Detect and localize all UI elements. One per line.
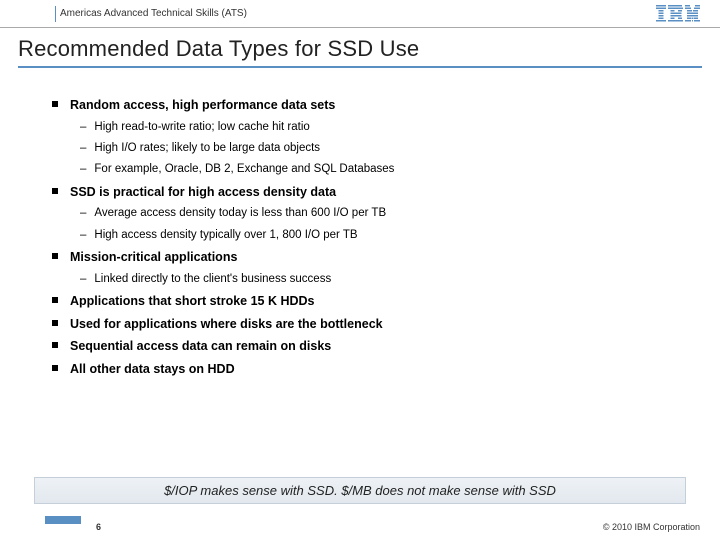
sub-bullet-text: Linked directly to the client's business… [94, 271, 331, 288]
square-bullet-icon [52, 188, 58, 194]
callout-box: $/IOP makes sense with SSD. $/MB does no… [34, 477, 686, 504]
callout-text: $/IOP makes sense with SSD. $/MB does no… [164, 483, 556, 498]
bullet-row: Used for applications where disks are th… [52, 315, 690, 334]
sub-bullet: –High access density typically over 1, 8… [80, 227, 690, 244]
square-bullet-icon [52, 365, 58, 371]
sub-bullet: –High read-to-write ratio; low cache hit… [80, 119, 690, 136]
sub-bullet: –Linked directly to the client's busines… [80, 271, 690, 288]
header-org: Americas Advanced Technical Skills (ATS) [60, 8, 247, 19]
square-bullet-icon [52, 297, 58, 303]
bullet-row: Mission-critical applications [52, 248, 690, 267]
bullet-text: Applications that short stroke 15 K HDDs [70, 292, 315, 311]
dash-icon: – [80, 119, 86, 136]
bullet-row: All other data stays on HDD [52, 360, 690, 379]
sub-bullet: –Average access density today is less th… [80, 205, 690, 222]
bullet-group: Mission-critical applications –Linked dir… [52, 248, 690, 288]
bullet-row: SSD is practical for high access density… [52, 183, 690, 202]
square-bullet-icon [52, 342, 58, 348]
bullet-text: SSD is practical for high access density… [70, 183, 336, 202]
dash-icon: – [80, 161, 86, 178]
bullet-text: Mission-critical applications [70, 248, 237, 267]
square-bullet-icon [52, 253, 58, 259]
bullet-group: All other data stays on HDD [52, 360, 690, 379]
sub-bullet: –High I/O rates; likely to be large data… [80, 140, 690, 157]
title-underline [18, 66, 702, 68]
bullet-group: Sequential access data can remain on dis… [52, 337, 690, 356]
bullet-group: Random access, high performance data set… [52, 96, 690, 179]
sub-bullet-text: High access density typically over 1, 80… [94, 227, 357, 244]
ibm-logo-icon [656, 5, 700, 23]
bullet-text: Used for applications where disks are th… [70, 315, 383, 334]
square-bullet-icon [52, 101, 58, 107]
dash-icon: – [80, 271, 86, 288]
sub-bullet-text: For example, Oracle, DB 2, Exchange and … [94, 161, 394, 178]
page-title: Recommended Data Types for SSD Use [18, 36, 702, 62]
sub-bullet-text: High I/O rates; likely to be large data … [94, 140, 320, 157]
bullet-group: SSD is practical for high access density… [52, 183, 690, 244]
square-bullet-icon [52, 320, 58, 326]
footer-accent-bar [45, 516, 81, 524]
dash-icon: – [80, 140, 86, 157]
sub-bullet-text: Average access density today is less tha… [94, 205, 386, 222]
content-body: Random access, high performance data set… [0, 78, 720, 379]
sub-bullet-text: High read-to-write ratio; low cache hit … [94, 119, 309, 136]
header-divider [55, 6, 56, 22]
title-area: Recommended Data Types for SSD Use [0, 28, 720, 78]
footer: 6 © 2010 IBM Corporation [0, 512, 720, 540]
bullet-row: Random access, high performance data set… [52, 96, 690, 115]
bullet-text: All other data stays on HDD [70, 360, 235, 379]
bullet-text: Random access, high performance data set… [70, 96, 335, 115]
bullet-row: Applications that short stroke 15 K HDDs [52, 292, 690, 311]
bullet-text: Sequential access data can remain on dis… [70, 337, 331, 356]
page-number: 6 [96, 522, 101, 532]
bullet-row: Sequential access data can remain on dis… [52, 337, 690, 356]
dash-icon: – [80, 205, 86, 222]
copyright: © 2010 IBM Corporation [603, 522, 700, 532]
bullet-group: Used for applications where disks are th… [52, 315, 690, 334]
dash-icon: – [80, 227, 86, 244]
sub-bullet: –For example, Oracle, DB 2, Exchange and… [80, 161, 690, 178]
bullet-group: Applications that short stroke 15 K HDDs [52, 292, 690, 311]
header: Americas Advanced Technical Skills (ATS) [0, 0, 720, 28]
